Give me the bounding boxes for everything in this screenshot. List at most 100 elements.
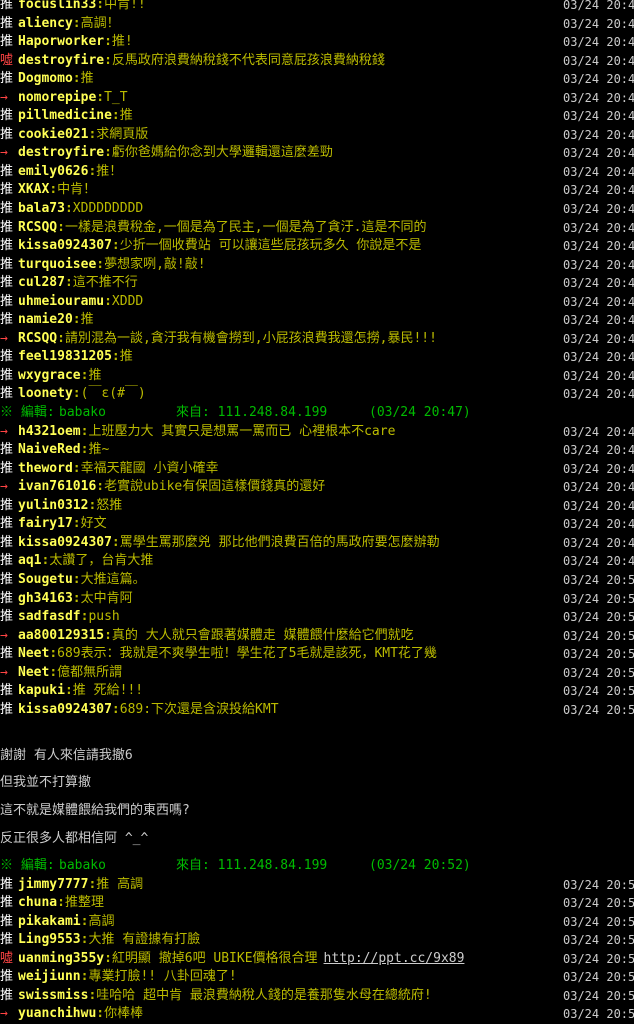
push-time: 03/24 20:4	[563, 424, 634, 439]
edit-time: (03/24 20:47)	[369, 405, 471, 421]
push-user-id: wxygrace	[18, 367, 81, 383]
push-user-id: pikakami	[18, 913, 81, 929]
push-separator: :	[111, 238, 120, 254]
push-time: 03/24 20:4	[563, 35, 634, 50]
push-tag-push: 推	[0, 701, 14, 717]
push-user: theword:幸福天龍國 小資小確幸	[18, 460, 218, 479]
push-message: XDDDDDDDD	[72, 201, 144, 217]
push-time: 03/24 20:4	[563, 16, 634, 31]
push-tag-push: 推	[0, 646, 14, 662]
push-row: 推 loonety:(￣ε(#￣) 03/24 20:4	[0, 385, 634, 404]
push-user: weijiunn:專業打臉!! 八卦回魂了!	[18, 968, 237, 987]
push-user: cookie021:求網頁版	[18, 126, 148, 145]
push-message: 億都無所謂	[57, 664, 123, 680]
push-user-id: nomorepipe	[18, 89, 97, 105]
push-user: aliency:高調！	[18, 15, 120, 34]
push-tag-arrow: →	[0, 627, 8, 643]
push-time: 03/24 20:5	[563, 877, 634, 892]
push-tag-arrow: →	[0, 664, 8, 680]
push-user-id: cul287	[18, 275, 65, 291]
push-time: 03/24 20:4	[563, 368, 634, 383]
push-user-id: yulin0312	[18, 497, 89, 513]
push-row: 推 RCSQQ:一樣是浪費稅金,一個是為了民主,一個是為了貪汙.這是不同的 03/2…	[0, 219, 634, 238]
push-message: 中肯!!	[104, 0, 146, 12]
edit-ip: 來自: 111.248.84.199	[176, 858, 328, 874]
push-row: 推 NaiveRed:推~ 03/24 20:4	[0, 441, 634, 460]
push-row: → h4321oem:上班壓力大 其實只是想罵一罵而已 心裡根本不care 03/2…	[0, 423, 634, 442]
push-tag-push: 推	[0, 293, 14, 309]
push-message: 推	[80, 312, 94, 328]
push-tag-push: 推	[0, 386, 14, 402]
push-user-id: ivan761016	[18, 479, 97, 495]
push-user: uanming355y:紅明顯 撤掉6吧 UBIKE價格很合理 http://pp…	[18, 950, 464, 969]
push-message: 高調	[88, 913, 115, 929]
push-tag-push: 推	[0, 349, 14, 365]
push-separator: :	[96, 89, 105, 105]
push-row: 推 weijiunn:專業打臉!! 八卦回魂了! 03/24 20:5	[0, 968, 634, 987]
push-link[interactable]: http://ppt.cc/9x89	[324, 951, 465, 966]
push-message: 哇哈哈 超中肯 最浪費納稅人錢的是養那隻水母在總統府!	[96, 987, 432, 1003]
push-tag-push: 推	[0, 609, 14, 625]
push-row: 推 theword:幸福天龍國 小資小確幸 03/24 20:4	[0, 460, 634, 479]
push-separator: :	[64, 201, 73, 217]
push-time: 03/24 20:4	[563, 202, 634, 217]
push-tag-push: 推	[0, 367, 14, 383]
push-user: loonety:(￣ε(#￣)	[18, 385, 146, 404]
push-user: feel19831205:推	[18, 348, 133, 367]
push-time: 03/24 20:4	[563, 53, 634, 68]
push-message: 虧你爸媽給你念到大學邏輯還這麼差勁	[111, 145, 333, 161]
push-message: 老實說ubike有保固這樣價錢真的還好	[104, 479, 326, 495]
push-tag-arrow: →	[0, 145, 8, 161]
push-user: XKAX:中肯！	[18, 181, 96, 200]
push-tag-push: 推	[0, 182, 14, 198]
push-message: 推	[80, 71, 94, 87]
push-row: 推 wxygrace:推 03/24 20:4	[0, 367, 634, 386]
push-message: 689:下次還是含淚投給KMT	[119, 701, 279, 717]
push-user: kapuki:推 死給!!!	[18, 682, 143, 701]
push-user: uhmeiouramu:XDDD	[18, 293, 143, 312]
push-row: 推 gh34163:太中肯阿 03/24 20:5	[0, 590, 634, 609]
push-user: nomorepipe:T_T	[18, 89, 128, 108]
push-message: 求網頁版	[96, 126, 149, 142]
push-message: 這不推不行	[72, 275, 138, 291]
push-message: 好文	[80, 516, 107, 532]
push-user-id: kapuki	[18, 683, 65, 699]
push-time: 03/24 20:4	[563, 535, 634, 550]
edit-record-2: ※ 編輯: babako 來自: 111.248.84.199 (03/24 2…	[0, 857, 634, 876]
push-user-id: focuslin33	[18, 0, 97, 12]
push-time: 03/24 20:5	[563, 702, 634, 717]
push-user-id: swissmiss	[18, 987, 89, 1003]
push-message: 一樣是浪費稅金,一個是為了民主,一個是為了貪汙.這是不同的	[64, 219, 427, 235]
push-tag-push: 推	[0, 932, 14, 948]
push-row: 噓 uanming355y:紅明顯 撤掉6吧 UBIKE價格很合理 http://p…	[0, 950, 634, 969]
push-separator: :	[104, 950, 112, 966]
push-message: 中肯！	[57, 182, 97, 198]
push-separator: :	[49, 182, 58, 198]
push-separator: :	[111, 701, 120, 717]
push-user-id: loonety	[18, 386, 73, 402]
push-separator: :	[72, 516, 81, 532]
push-tag-push: 推	[0, 34, 14, 50]
article-body-line: 反正很多人都相信阿 ^_^	[0, 830, 149, 846]
push-message: 幸福天龍國 小資小確幸	[80, 460, 219, 476]
push-user-id: kissa0924307	[18, 238, 112, 254]
push-tag-push: 推	[0, 876, 14, 892]
push-separator: :	[111, 108, 120, 124]
push-time: 03/24 20:5	[563, 572, 634, 587]
push-time: 03/24 20:5	[563, 896, 634, 911]
push-row: 推 chuna:推整理 03/24 20:5	[0, 894, 634, 913]
push-message: 反馬政府浪費納稅錢不代表同意屁孩浪費納稅錢	[111, 52, 385, 68]
push-tag-push: 推	[0, 683, 14, 699]
push-time: 03/24 20:5	[563, 591, 634, 606]
push-separator: :	[104, 293, 112, 309]
push-time: 03/24 20:4	[563, 0, 634, 12]
push-separator: :	[72, 71, 81, 87]
push-tag-boo: 噓	[0, 950, 14, 966]
push-tag-push: 推	[0, 553, 14, 569]
push-user-id: kissa0924307	[18, 701, 112, 717]
push-user-id: theword	[18, 460, 73, 476]
